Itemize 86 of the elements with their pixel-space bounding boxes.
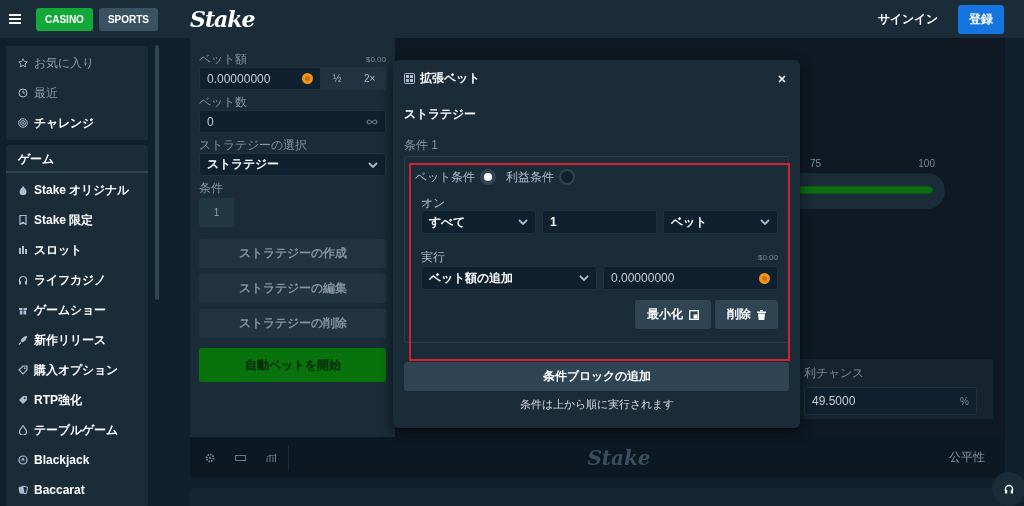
condition-label: 条件 1 (404, 137, 439, 153)
sidebar-item[interactable]: Stake オリジナル (6, 175, 148, 205)
sidebar-item[interactable]: テーブルゲーム (6, 415, 148, 445)
strategy-button[interactable]: ストラテジーの作成 (199, 239, 386, 268)
minimize-icon (689, 309, 699, 320)
sidebar-item[interactable]: RTP強化 (6, 385, 148, 415)
chevron-down-icon (518, 219, 528, 225)
amount-field[interactable]: 0.00000000 (603, 266, 778, 290)
radio-button[interactable] (480, 169, 496, 185)
rectangle-icon (235, 453, 246, 462)
clock-icon (18, 88, 28, 98)
section-title: ゲーム (6, 147, 148, 173)
chevron-down-icon (579, 275, 589, 281)
field-label: 実行 (421, 248, 445, 266)
coin-icon (759, 272, 770, 284)
sidebar-item[interactable]: Baccarat (6, 475, 148, 505)
add-condition-block-button[interactable]: 条件ブロックの追加 (404, 362, 789, 391)
bet-amount-field[interactable]: 0.00000000 (199, 67, 321, 90)
fairness-link[interactable]: 公平性 (949, 449, 985, 466)
sign-in-button[interactable]: サインイン (872, 9, 944, 29)
category-tab[interactable]: SPORTS (98, 7, 159, 31)
close-icon (778, 74, 786, 83)
tag-icon (18, 395, 28, 405)
field-label: 条件 (199, 179, 223, 197)
headphones-icon (18, 275, 28, 285)
gear-icon (205, 452, 215, 463)
radio-button[interactable] (559, 169, 575, 185)
flame-icon (18, 185, 28, 195)
sidebar-item[interactable]: ライフカジノ (6, 265, 148, 295)
note-text: 条件は上から順に実行されます (518, 397, 675, 412)
strategy-button[interactable]: ストラテジーの編集 (199, 274, 386, 303)
calculator-icon (404, 73, 415, 84)
dialog-title: 拡張ベット (420, 70, 480, 87)
sidebar-item[interactable]: ゲームショー (6, 295, 148, 325)
coin-icon (302, 73, 313, 84)
strategy-button[interactable]: ストラテジーの削除 (199, 309, 386, 338)
trash-icon (757, 309, 766, 320)
section-title: ストラテジー (404, 106, 477, 123)
delete-button[interactable]: 削除 (715, 300, 778, 329)
scrollbar[interactable] (155, 45, 159, 300)
field-label: 利チャンス (804, 365, 865, 382)
condition-count: 1 (199, 198, 234, 227)
half-button[interactable]: ½ (321, 67, 354, 90)
drop-icon (18, 425, 28, 435)
chart-icon (266, 452, 276, 463)
cards-icon (18, 485, 28, 495)
radio-label: ベット条件 (415, 168, 475, 186)
bookmark-icon (18, 215, 28, 225)
gift-icon (18, 305, 28, 315)
bet-count-field[interactable]: 0 (199, 110, 386, 133)
headset-icon (1004, 484, 1014, 494)
usd-value: $0.00 (365, 54, 386, 64)
strategy-select[interactable]: ストラテジー (199, 153, 386, 176)
target-icon (18, 118, 28, 128)
percent-suffix: % (960, 395, 969, 407)
infinity-icon (366, 118, 378, 125)
unit-select[interactable]: ベット (663, 210, 778, 234)
sidebar-item[interactable]: 新作リリース (6, 325, 148, 355)
radio-label: 利益条件 (506, 168, 554, 186)
field-label: オン (420, 195, 446, 210)
win-chance-field[interactable]: 49.5000 % (804, 387, 977, 415)
action-select[interactable]: ベット額の追加 (421, 266, 597, 290)
chevron-down-icon (368, 161, 378, 168)
field-label: ベット数 (199, 93, 247, 111)
bars-icon (18, 245, 28, 255)
tag-icon (18, 365, 28, 375)
register-button[interactable]: 登録 (958, 4, 1004, 34)
minimize-button[interactable]: 最小化 (635, 300, 711, 329)
field-label: ベット額 (199, 50, 247, 68)
sidebar-item[interactable]: チャレンジ (6, 108, 148, 138)
tick-label: 75 (810, 158, 822, 169)
footer-logo: Stake (586, 445, 652, 470)
scope-select[interactable]: すべて (421, 210, 536, 234)
star-icon (18, 58, 28, 68)
sidebar-item[interactable]: Blackjack (6, 445, 148, 475)
chevron-down-icon (760, 219, 770, 225)
sidebar-item[interactable]: スロット (6, 235, 148, 265)
menu-icon (9, 14, 21, 24)
logo[interactable]: Stake (190, 6, 872, 32)
count-field[interactable]: 1 (542, 210, 657, 234)
sidebar-item[interactable]: Stake 限定 (6, 205, 148, 235)
tick-label: 100 (918, 158, 935, 169)
usd-value: $0.00 (757, 252, 778, 262)
sidebar-item[interactable]: 購入オプション (6, 355, 148, 385)
field-label: ストラテジーの選択 (199, 136, 307, 154)
double-button[interactable]: 2× (353, 67, 386, 90)
